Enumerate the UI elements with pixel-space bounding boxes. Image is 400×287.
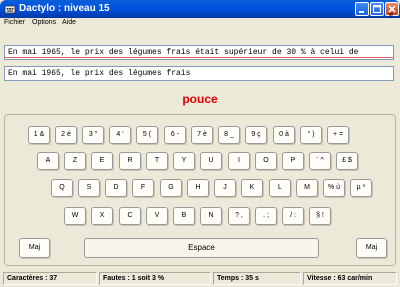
minimize-button[interactable] xyxy=(355,2,369,16)
key-o[interactable]: O xyxy=(255,152,277,170)
title-bar[interactable]: Dactylo : niveau 15 xyxy=(0,0,400,18)
key-i[interactable]: I xyxy=(228,152,250,170)
key-q[interactable]: Q xyxy=(51,179,73,197)
key-t[interactable]: T xyxy=(146,152,168,170)
key-plus[interactable]: + = xyxy=(327,126,349,144)
error-word: pouce xyxy=(182,92,218,106)
key-a[interactable]: A xyxy=(37,152,59,170)
key-u[interactable]: U xyxy=(200,152,222,170)
status-time: Temps : 35 s xyxy=(213,272,301,285)
status-bar: Caractères : 37 Fautes : 1 soit 3 % Temp… xyxy=(0,271,400,287)
key-m[interactable]: M xyxy=(296,179,318,197)
key-v[interactable]: V xyxy=(146,207,168,225)
key-comma[interactable]: ? , xyxy=(228,207,250,225)
key-circumflex[interactable]: ¨ ^ xyxy=(309,152,331,170)
key-c[interactable]: C xyxy=(119,207,141,225)
key-u-grave[interactable]: % ù xyxy=(323,179,345,197)
key-1[interactable]: 1 & xyxy=(28,126,50,144)
app-icon xyxy=(4,5,16,14)
menu-bar: Fichier Options Aide xyxy=(0,18,400,30)
virtual-keyboard: 1 & 2 é 3 " 4 ' 5 ( 6 - 7 è 8 _ 9 ç 0 à … xyxy=(4,114,396,266)
key-f[interactable]: F xyxy=(132,179,154,197)
key-j[interactable]: J xyxy=(214,179,236,197)
key-7[interactable]: 7 è xyxy=(191,126,213,144)
key-5[interactable]: 5 ( xyxy=(136,126,158,144)
font-indicator: F xyxy=(389,13,394,20)
key-x[interactable]: X xyxy=(91,207,113,225)
minimize-icon xyxy=(359,11,364,13)
key-6[interactable]: 6 - xyxy=(164,126,186,144)
key-l[interactable]: L xyxy=(269,179,291,197)
key-asterisk[interactable]: µ * xyxy=(350,179,372,197)
key-0[interactable]: 0 à xyxy=(273,126,295,144)
key-dollar[interactable]: £ $ xyxy=(336,152,358,170)
key-d[interactable]: D xyxy=(105,179,127,197)
key-b[interactable]: B xyxy=(173,207,195,225)
maximize-icon xyxy=(372,4,382,14)
shift-left-key[interactable]: Maj xyxy=(19,238,50,258)
key-g[interactable]: G xyxy=(160,179,182,197)
key-n[interactable]: N xyxy=(200,207,222,225)
key-8[interactable]: 8 _ xyxy=(218,126,240,144)
key-z[interactable]: Z xyxy=(64,152,86,170)
menu-fichier[interactable]: Fichier xyxy=(4,19,25,26)
key-9[interactable]: 9 ç xyxy=(245,126,267,144)
key-h[interactable]: H xyxy=(187,179,209,197)
key-p[interactable]: P xyxy=(282,152,304,170)
space-key[interactable]: Espace xyxy=(84,238,319,258)
window-title: Dactylo : niveau 15 xyxy=(19,3,110,14)
model-text: En mai 1965, le prix des légumes frais é… xyxy=(4,45,394,60)
key-3[interactable]: 3 " xyxy=(82,126,104,144)
key-exclamation[interactable]: § ! xyxy=(309,207,331,225)
key-colon[interactable]: / : xyxy=(282,207,304,225)
key-k[interactable]: K xyxy=(241,179,263,197)
key-4[interactable]: 4 ' xyxy=(109,126,131,144)
status-errors: Fautes : 1 soit 3 % xyxy=(99,272,211,285)
key-e[interactable]: E xyxy=(91,152,113,170)
status-speed: Vitesse : 63 car/min xyxy=(303,272,397,285)
key-semicolon[interactable]: . ; xyxy=(255,207,277,225)
menu-aide[interactable]: Aide xyxy=(62,19,76,26)
typing-input[interactable]: En mai 1965, le prix des légumes frais xyxy=(4,66,394,81)
status-characters: Caractères : 37 xyxy=(3,272,97,285)
key-y[interactable]: Y xyxy=(173,152,195,170)
key-w[interactable]: W xyxy=(64,207,86,225)
key-degree[interactable]: ° ) xyxy=(300,126,322,144)
menu-options[interactable]: Options xyxy=(32,19,56,26)
shift-right-key[interactable]: Maj xyxy=(356,238,387,258)
maximize-button[interactable] xyxy=(370,2,384,16)
key-r[interactable]: R xyxy=(119,152,141,170)
key-2[interactable]: 2 é xyxy=(55,126,77,144)
key-s[interactable]: S xyxy=(78,179,100,197)
